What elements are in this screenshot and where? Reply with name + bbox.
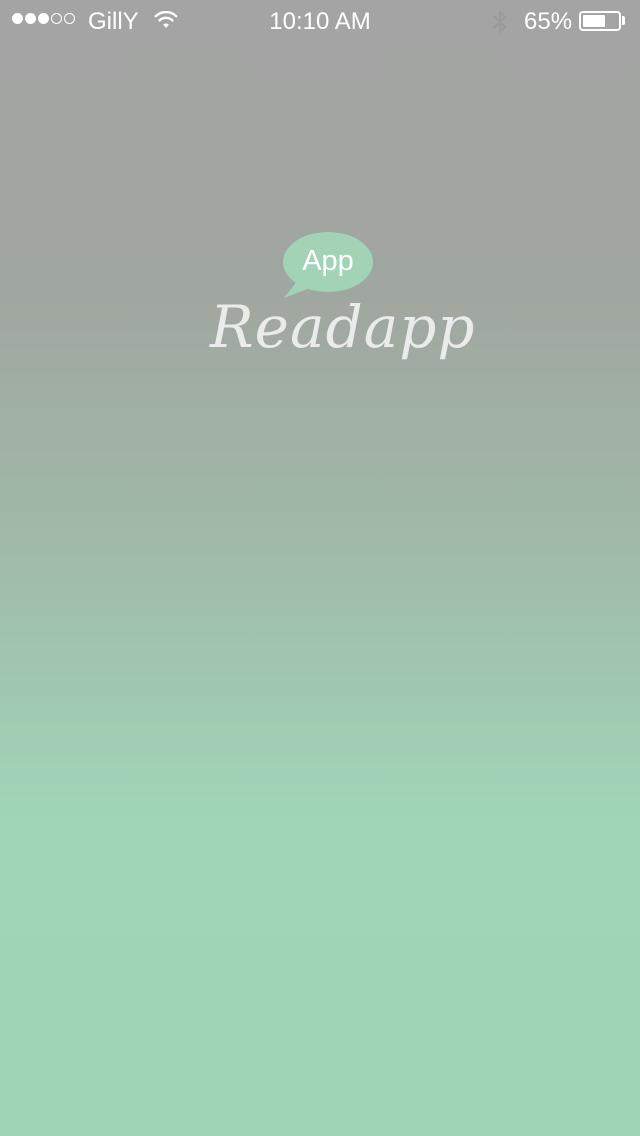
app-logo: App Readapp <box>200 226 476 376</box>
status-bar: GillY 10:10 AM 65% <box>0 0 640 40</box>
bubble-label: App <box>302 245 354 277</box>
battery-icon <box>579 11 621 31</box>
battery-percentage: 65% <box>524 8 573 35</box>
battery-level-fill <box>583 15 605 27</box>
bluetooth-icon <box>493 11 506 33</box>
app-wordmark: Readapp <box>210 293 476 361</box>
battery-tip <box>622 16 625 25</box>
